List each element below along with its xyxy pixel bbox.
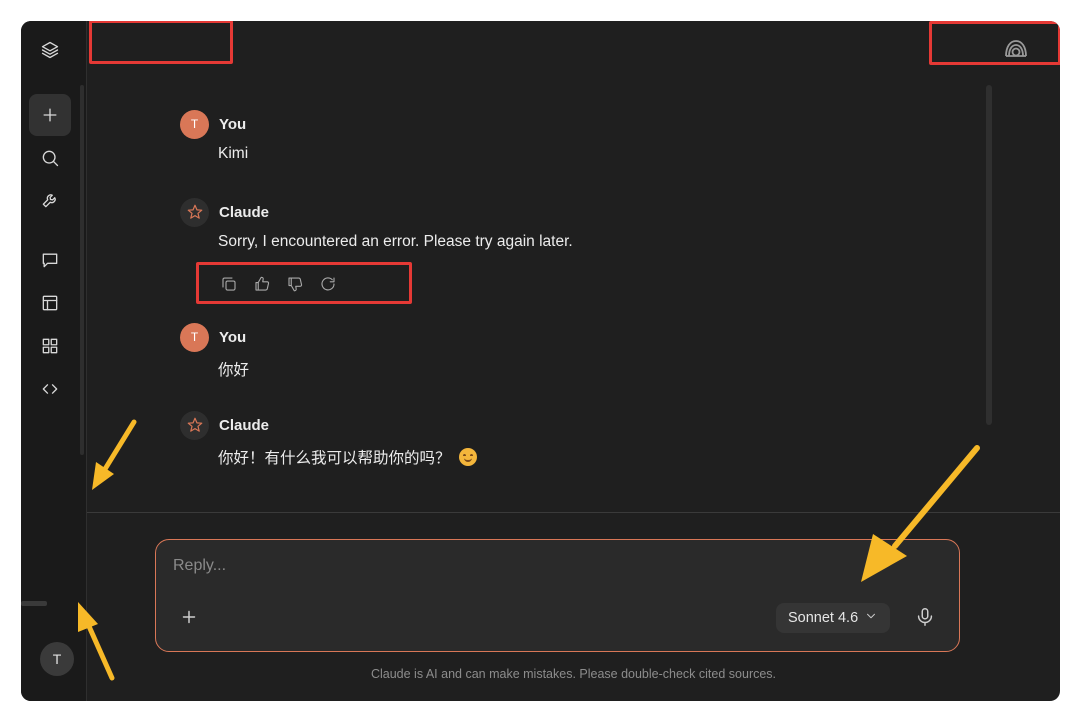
sender-name: Claude <box>219 416 270 434</box>
message-user: T You Kimi <box>180 109 248 163</box>
chat-scrollbar[interactable] <box>986 85 992 425</box>
chats-button[interactable] <box>29 239 71 281</box>
projects-button[interactable] <box>29 282 71 324</box>
artifacts-button[interactable] <box>29 325 71 367</box>
retry-icon[interactable] <box>319 275 337 293</box>
claude-avatar <box>180 197 209 227</box>
user-avatar: T <box>180 322 209 352</box>
wrench-icon <box>42 194 56 208</box>
code-icon <box>42 384 58 394</box>
message-text: Sorry, I encountered an error. Please tr… <box>218 233 573 250</box>
message-assistant: Claude Sorry, I encountered an error. Pl… <box>180 197 573 251</box>
main-panel: T You Kimi Claude Sorry, I encountered a… <box>87 21 1060 701</box>
search-icon <box>42 150 59 167</box>
chevron-down-icon <box>864 609 878 627</box>
plus-icon <box>182 610 196 624</box>
message-actions <box>220 275 337 293</box>
thumbs-up-icon[interactable] <box>253 275 271 293</box>
grid-icon <box>42 338 58 354</box>
new-chat-button[interactable] <box>29 94 71 136</box>
search-button[interactable] <box>29 137 71 179</box>
message-text-content: 你好！有什么我可以帮助你的吗？ <box>218 450 451 467</box>
copy-icon[interactable] <box>220 275 238 293</box>
attach-button[interactable] <box>178 606 200 628</box>
reply-input[interactable] <box>173 552 753 580</box>
annotation-arrow-divider <box>78 602 115 681</box>
app-window: T T You Kimi Claude Sorry, I encountered… <box>21 21 1060 701</box>
claude-avatar <box>180 410 209 440</box>
chat-bubble-icon <box>42 253 58 268</box>
message-user: T You 你好 <box>180 322 249 380</box>
model-selector[interactable]: Sonnet 4.6 <box>776 603 891 633</box>
layout-icon <box>42 295 58 311</box>
composer: Sonnet 4.6 <box>155 539 960 652</box>
message-text: Kimi <box>218 145 249 162</box>
plus-icon <box>43 108 57 122</box>
voice-button[interactable] <box>914 606 936 628</box>
sidebar-scrollbar[interactable] <box>80 85 84 455</box>
star-icon <box>187 204 202 219</box>
disclaimer: Claude is AI and can make mistakes. Plea… <box>370 667 777 681</box>
microphone-icon <box>917 608 933 626</box>
annotation-box-title <box>89 21 233 64</box>
sidebar-divider <box>21 601 47 606</box>
model-label: Sonnet 4.6 <box>788 610 859 626</box>
star-icon <box>187 417 202 432</box>
tools-button[interactable] <box>29 179 71 221</box>
layers-logo-icon[interactable] <box>29 29 71 71</box>
annotation-arrow-model <box>861 445 980 582</box>
annotation-arrow-sidebar <box>92 419 137 490</box>
annotation-box-profile <box>929 21 1060 65</box>
sender-name: You <box>219 328 247 346</box>
user-avatar: T <box>180 109 209 139</box>
code-button[interactable] <box>29 368 71 410</box>
smiling-emoji-icon <box>458 448 477 466</box>
message-assistant: Claude 你好！有什么我可以帮助你的吗？ <box>180 410 477 468</box>
sender-name: Claude <box>219 203 270 221</box>
user-avatar[interactable]: T <box>40 642 74 676</box>
thumbs-down-icon[interactable] <box>286 275 304 293</box>
sender-name: You <box>219 115 247 133</box>
message-text: 你好！有什么我可以帮助你的吗？ <box>218 446 477 468</box>
message-text: 你好 <box>218 362 250 379</box>
incognito-icon[interactable] <box>1003 38 1029 60</box>
